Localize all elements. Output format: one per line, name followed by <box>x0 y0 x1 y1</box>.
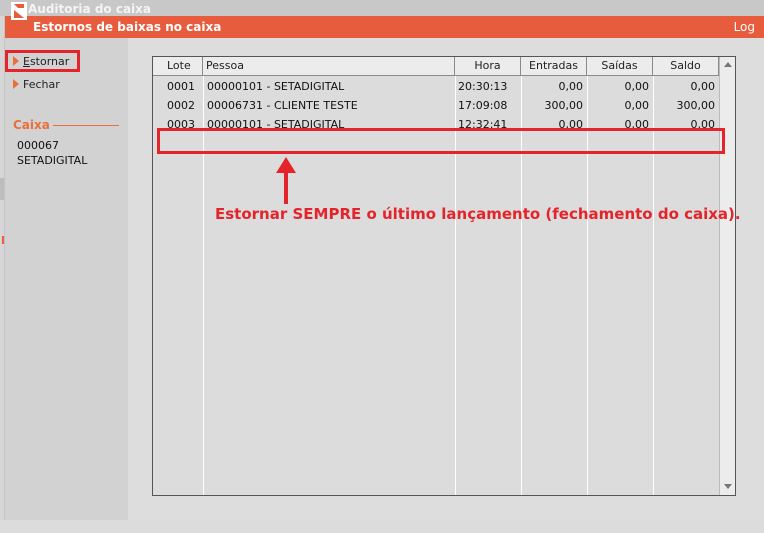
cell-saldo: 0,00 <box>690 80 716 93</box>
vertical-scrollbar[interactable] <box>719 57 735 495</box>
cell-saidas: 0,00 <box>624 80 650 93</box>
estornar-highlight <box>5 50 80 72</box>
column-header-lote[interactable]: Lote <box>153 57 203 76</box>
grid-header: Lote Pessoa Hora Entradas Saídas Saldo <box>153 57 719 76</box>
cell-lote: 0001 <box>167 80 195 93</box>
play-arrow-icon <box>13 79 19 89</box>
dialog-titlebar: Estornos de baixas no caixa Log <box>5 2 764 38</box>
cell-entradas: 300,00 <box>544 99 584 112</box>
cell-entradas: 0,00 <box>558 80 584 93</box>
arrow-up-icon <box>276 157 296 173</box>
cell-pessoa: 00000101 - SETADIGITAL <box>207 80 345 93</box>
column-header-saldo[interactable]: Saldo <box>653 57 719 76</box>
last-row-highlight <box>157 128 725 154</box>
scroll-down-icon[interactable] <box>724 484 732 489</box>
arrow-shaft <box>284 172 288 204</box>
cell-lote: 0002 <box>167 99 195 112</box>
lancamentos-grid[interactable]: Lote Pessoa Hora Entradas Saídas Saldo 0… <box>152 56 736 496</box>
action-panel: Estornar Fechar Caixa 000067 SETADIGITAL <box>5 38 128 520</box>
column-header-hora[interactable]: Hora <box>455 57 521 76</box>
scroll-up-icon[interactable] <box>724 62 732 67</box>
app-logo-icon <box>11 2 27 20</box>
column-header-saidas[interactable]: Saídas <box>587 57 653 76</box>
caixa-section-title: Caixa <box>13 118 50 132</box>
caixa-code: 000067 <box>17 139 59 152</box>
cell-hora: 17:09:08 <box>458 99 508 112</box>
parent-titlebar: Auditoria do caixa <box>0 0 764 16</box>
cell-pessoa: 00006731 - CLIENTE TESTE <box>207 99 358 112</box>
column-header-entradas[interactable]: Entradas <box>521 57 587 76</box>
estornos-dialog: Estornos de baixas no caixa Log Estornar… <box>4 2 764 520</box>
annotation-text: Estornar SEMPRE o último lançamento (fec… <box>215 205 741 223</box>
fechar-action[interactable]: Fechar <box>13 76 60 92</box>
column-header-pessoa[interactable]: Pessoa <box>203 57 455 76</box>
cell-saldo: 300,00 <box>676 99 716 112</box>
log-link[interactable]: Log <box>734 20 755 34</box>
cell-hora: 20:30:13 <box>458 80 508 93</box>
cell-saidas: 0,00 <box>624 99 650 112</box>
dialog-title: Estornos de baixas no caixa <box>33 20 222 34</box>
section-divider <box>53 125 119 126</box>
table-row[interactable]: 0002 00006731 - CLIENTE TESTE 17:09:08 3… <box>153 96 719 115</box>
table-row[interactable]: 0001 00000101 - SETADIGITAL 20:30:13 0,0… <box>153 77 719 96</box>
parent-window-title: Auditoria do caixa <box>28 2 151 16</box>
parent-bottom-strip <box>0 520 764 533</box>
caixa-name: SETADIGITAL <box>17 154 88 167</box>
fechar-label: Fechar <box>23 77 60 91</box>
